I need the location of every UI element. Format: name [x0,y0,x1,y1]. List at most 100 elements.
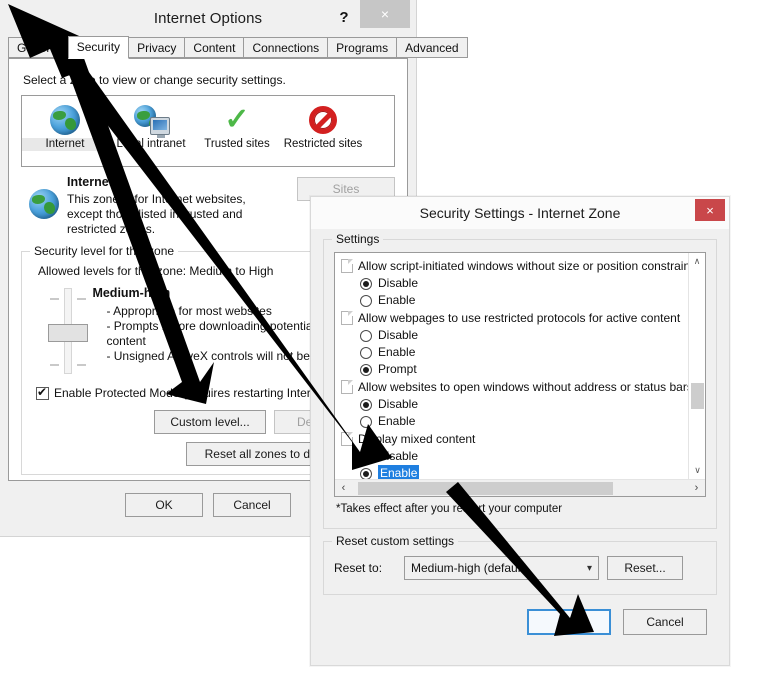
internet-options-titlebar: Internet Options ? × [0,0,416,36]
setting-item[interactable]: Allow script-initiated windows without s… [341,258,688,274]
tab-advanced[interactable]: Advanced [396,37,468,58]
zone-local-intranet-label: Local intranet [116,138,186,150]
radio-icon [360,363,372,376]
tab-connections[interactable]: Connections [243,37,329,58]
globe-icon-large [21,175,67,237]
security-settings-cancel-button[interactable]: Cancel [623,609,707,635]
tab-content[interactable]: Content [184,37,245,58]
page-icon [341,259,353,273]
scroll-left-icon[interactable]: ‹ [335,482,352,494]
security-settings-dialog: Security Settings - Internet Zone × Sett… [310,196,730,666]
setting-name: Allow websites to open windows without a… [358,380,688,394]
settings-list[interactable]: Allow script-initiated windows without s… [334,252,706,497]
vertical-scroll-thumb[interactable] [691,383,704,409]
option-label: Enable [378,293,416,307]
radio-icon [360,329,372,342]
page-icon [341,380,353,394]
zone-restricted-sites-label: Restricted sites [283,138,363,150]
radio-option-selected[interactable]: Enable [360,465,688,479]
page-icon [341,311,353,325]
tab-general[interactable]: General [8,37,69,58]
internet-options-cancel-button[interactable]: Cancel [213,493,291,517]
security-level-group-label: Security level for this zone [30,244,179,258]
radio-option[interactable]: Enable [360,292,688,309]
setting-item[interactable]: Allow websites to open windows without a… [341,379,688,395]
internet-options-title: Internet Options [153,9,263,27]
settings-horizontal-scrollbar[interactable]: ‹ › [335,479,705,496]
reset-to-dropdown[interactable]: Medium-high (default) ▾ [404,556,599,580]
reset-to-value: Medium-high (default) [411,561,528,575]
radio-option[interactable]: Enable [360,344,688,361]
scroll-up-icon[interactable]: ∧ [689,253,705,270]
zone-detail-description: This zone is for Internet websites, exce… [67,192,246,236]
slider-thumb[interactable] [48,324,88,342]
option-label: Disable [378,328,419,342]
green-check-icon: ✓ [224,103,250,136]
radio-icon [360,294,372,307]
radio-option[interactable]: Prompt [360,361,688,378]
zone-trusted-sites-label: Trusted sites [204,138,270,150]
horizontal-scroll-thumb[interactable] [358,481,613,495]
option-label: Disable [378,397,419,411]
tab-security[interactable]: Security [67,36,130,59]
zone-local-intranet[interactable]: Local intranet [108,102,194,151]
option-label: Disable [378,449,419,463]
zone-internet-label: Internet [22,138,108,151]
security-settings-close-icon[interactable]: × [695,199,725,221]
setting-name: Allow webpages to use restricted protoco… [358,311,681,325]
radio-icon [360,467,372,479]
reset-to-label: Reset to: [334,561,383,575]
setting-item[interactable]: Allow webpages to use restricted protoco… [341,310,688,326]
radio-icon [360,277,372,290]
security-settings-footer: OK Cancel [311,595,729,635]
scroll-down-icon[interactable]: ∨ [689,462,705,479]
radio-option[interactable]: Disable [360,327,688,344]
globe-monitor-icon [108,102,194,138]
zone-internet[interactable]: Internet [22,102,108,151]
radio-option[interactable]: Disable [360,275,688,292]
setting-name: Allow script-initiated windows without s… [358,259,688,273]
radio-option[interactable]: Disable [360,448,688,465]
radio-option[interactable]: Enable [360,413,688,430]
setting-name: Display mixed content [358,432,476,446]
zone-detail-name: Internet [67,175,113,189]
zone-restricted-sites[interactable]: Restricted sites [280,102,366,151]
close-icon[interactable]: × [360,0,410,28]
radio-icon [360,398,372,411]
help-icon[interactable]: ? [332,4,356,30]
screen: Internet Options ? × General Security Pr… [0,0,780,700]
radio-icon [360,415,372,428]
security-settings-titlebar: Security Settings - Internet Zone × [311,197,729,229]
security-level-slider[interactable] [40,284,92,376]
page-icon [341,432,353,446]
restart-note: *Takes effect after you restart your com… [336,503,563,515]
chevron-down-icon: ▾ [586,562,592,574]
option-label: Enable [378,345,416,359]
scroll-right-icon[interactable]: › [688,482,705,494]
tab-programs[interactable]: Programs [327,37,398,58]
globe-icon [22,102,108,138]
internet-options-ok-button[interactable]: OK [125,493,203,517]
zone-trusted-sites[interactable]: ✓ Trusted sites [194,102,280,151]
reset-group-label: Reset custom settings [332,534,459,548]
radio-icon [360,346,372,359]
tab-privacy[interactable]: Privacy [128,37,186,58]
checkbox-icon [36,385,49,400]
option-label: Prompt [378,362,417,376]
security-settings-ok-button[interactable]: OK [527,609,611,635]
option-label: Enable [378,414,416,428]
option-label: Enable [378,465,420,479]
setting-item[interactable]: Display mixed content [341,431,688,447]
radio-option[interactable]: Disable [360,396,688,413]
settings-group-label: Settings [332,232,384,246]
security-settings-title: Security Settings - Internet Zone [419,205,621,221]
red-prohibition-icon [280,102,366,138]
reset-custom-settings-group: Reset custom settings Reset to: Medium-h… [323,534,717,595]
select-zone-instruction: Select a zone to view or change security… [23,73,286,87]
internet-options-tabs: General Security Privacy Content Connect… [0,36,468,59]
reset-button[interactable]: Reset... [607,556,683,580]
settings-vertical-scrollbar[interactable]: ∧ ∨ [688,253,705,479]
zone-selector: Internet Local intranet ✓ Trusted sites [21,95,395,167]
custom-level-button[interactable]: Custom level... [154,410,266,434]
option-label: Disable [378,276,419,290]
